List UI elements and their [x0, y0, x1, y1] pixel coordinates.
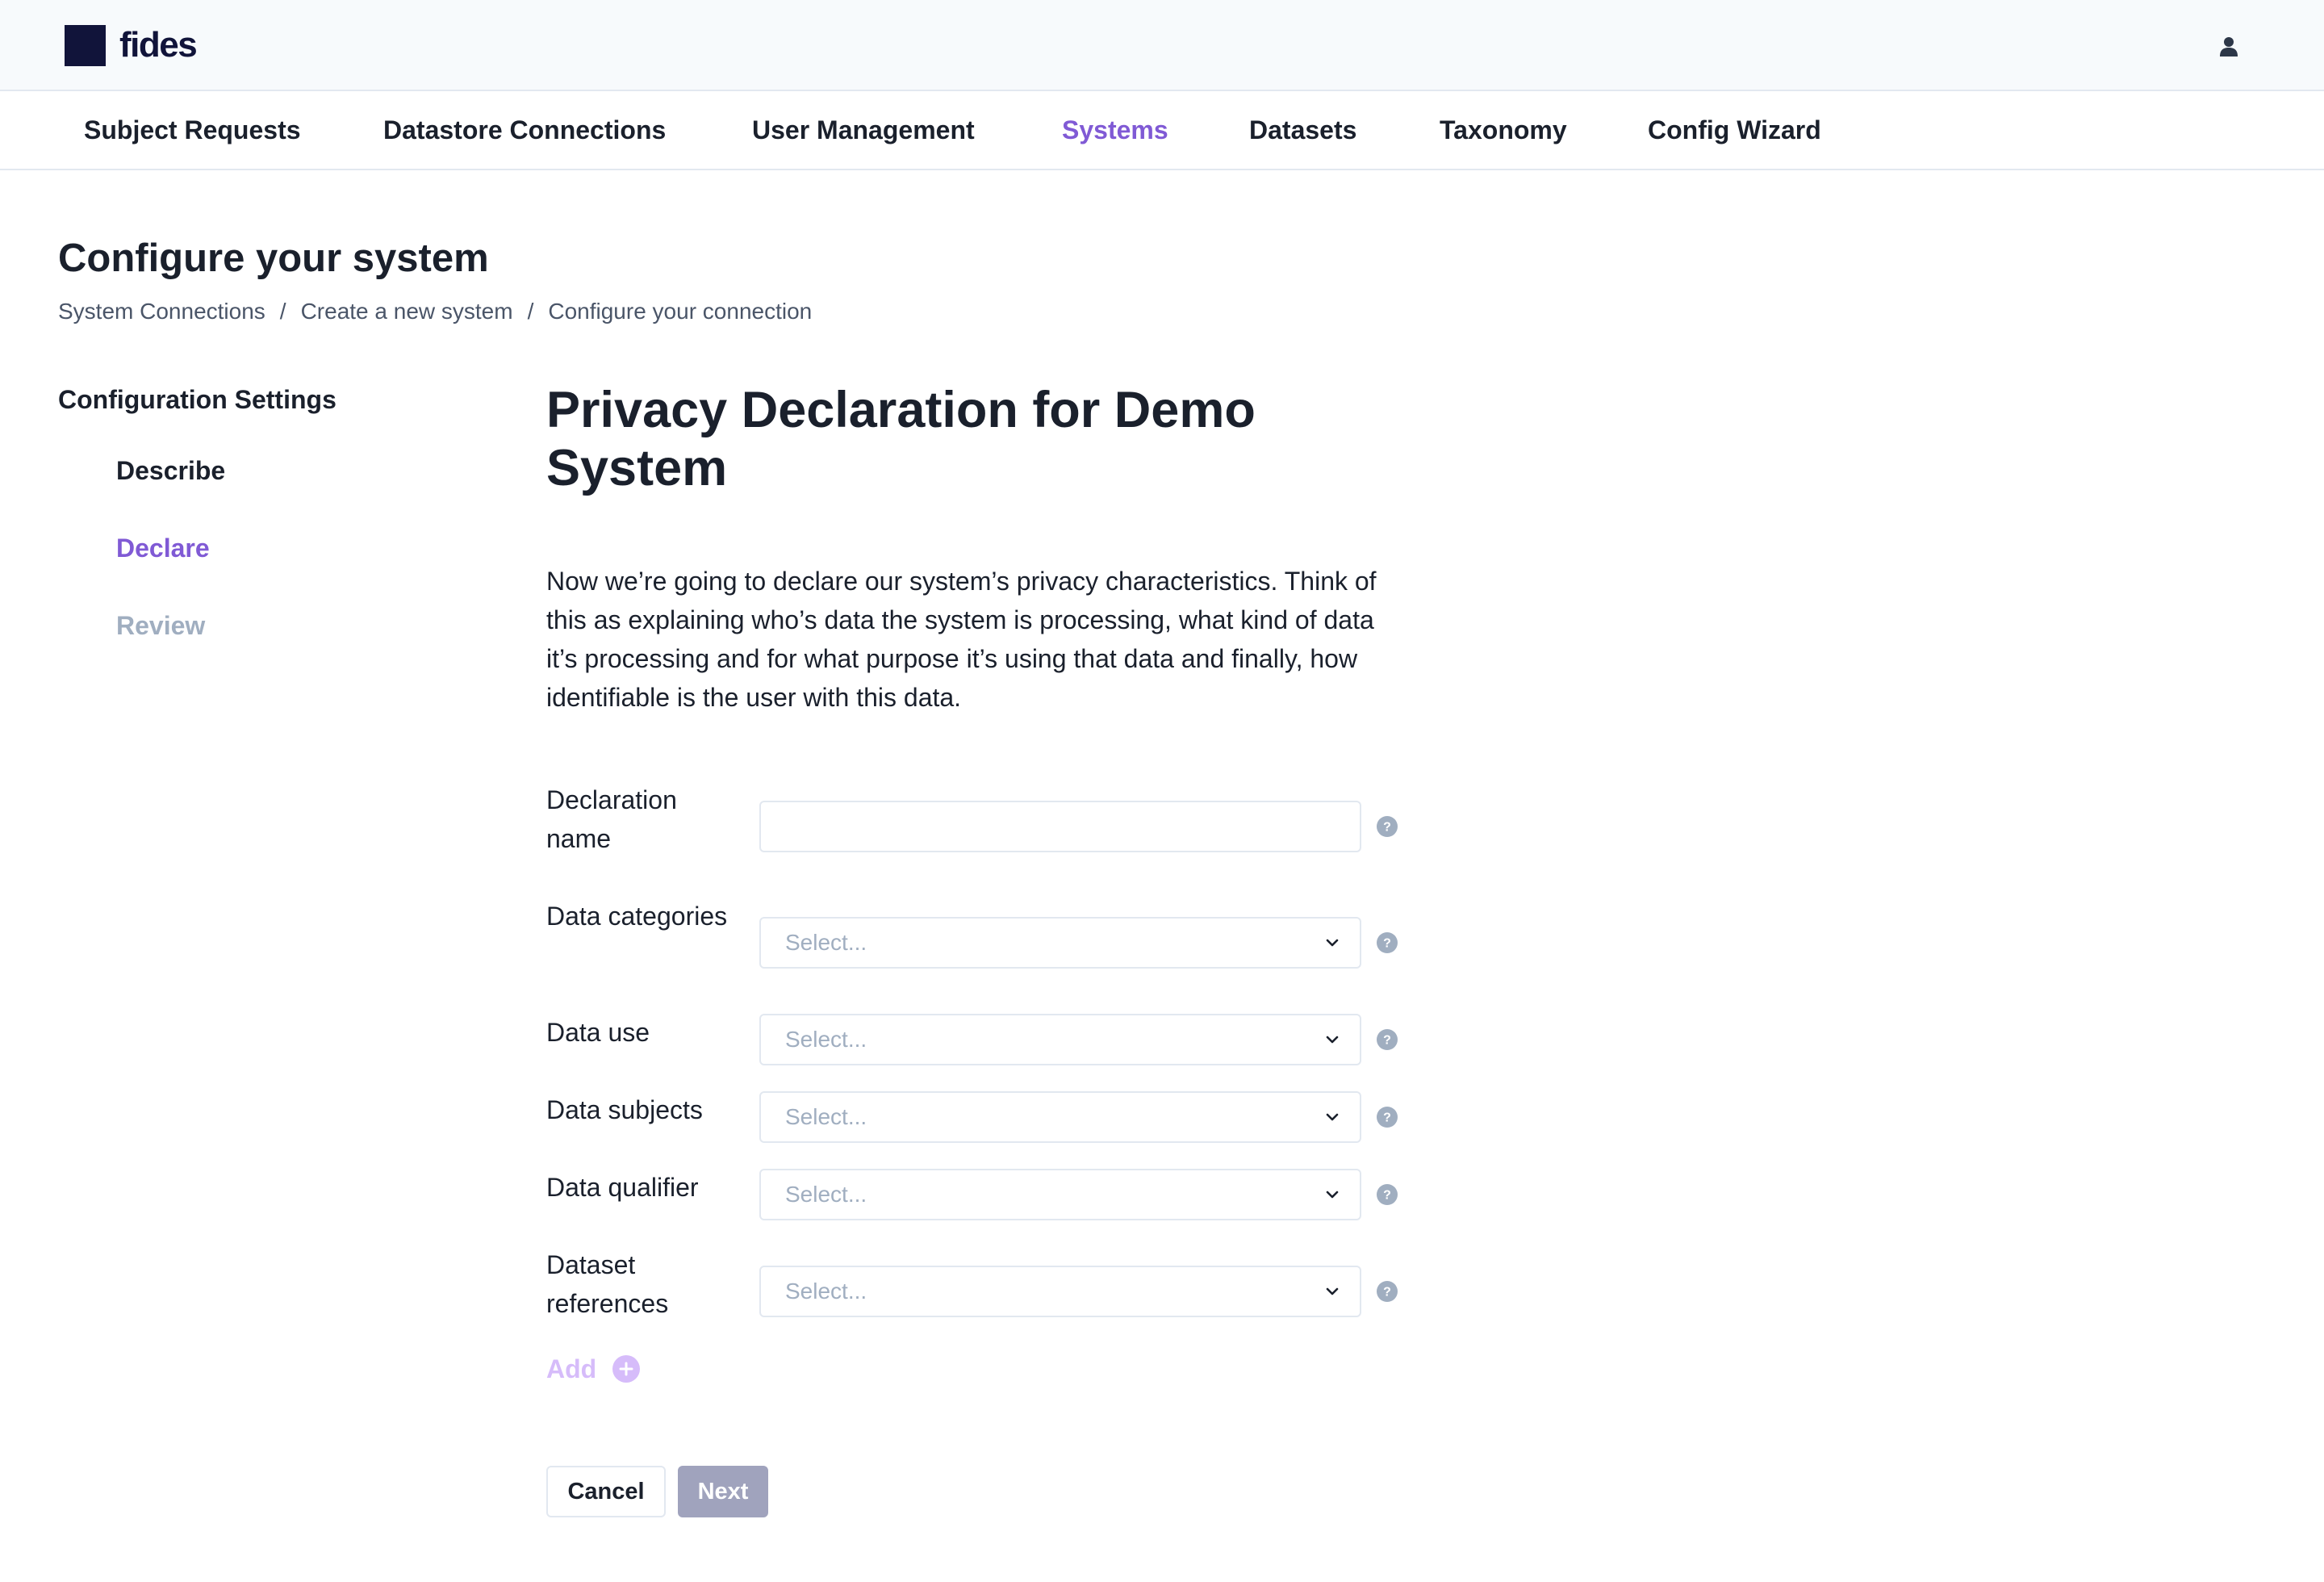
data-categories-select[interactable]: Select... [759, 917, 1361, 969]
svg-text:?: ? [1383, 1034, 1391, 1048]
select-placeholder: Select... [785, 1027, 867, 1052]
step-declare[interactable]: Declare [116, 531, 210, 565]
svg-text:?: ? [1383, 937, 1391, 951]
breadcrumb-configure-connection: Configure your connection [548, 299, 813, 324]
configuration-settings-title: Configuration Settings [58, 385, 336, 414]
breadcrumb-separator: / [527, 299, 534, 324]
nav-item-datasets[interactable]: Datasets [1249, 91, 1356, 169]
data-use-label: Data use [546, 1018, 650, 1047]
svg-text:?: ? [1383, 1286, 1391, 1300]
brand-name: fides [119, 25, 198, 65]
help-icon[interactable]: ? [1377, 1107, 1398, 1128]
svg-text:?: ? [1383, 1189, 1391, 1203]
square-logo-icon [65, 24, 106, 66]
dataset-references-label: Dataset references [546, 1250, 669, 1318]
breadcrumb-system-connections[interactable]: System Connections [58, 297, 265, 326]
nav-item-datastore-connections[interactable]: Datastore Connections [383, 91, 666, 169]
data-subjects-select[interactable]: Select... [759, 1091, 1361, 1143]
form-intro-text: Now we’re going to declare our system’s … [546, 567, 1377, 712]
step-describe[interactable]: Describe [116, 454, 225, 488]
add-label: Add [546, 1354, 597, 1383]
cancel-button[interactable]: Cancel [546, 1466, 666, 1517]
nav-item-config-wizard[interactable]: Config Wizard [1648, 91, 1821, 169]
chevron-down-icon [1326, 1036, 1339, 1044]
nav-item-subject-requests[interactable]: Subject Requests [84, 91, 301, 169]
svg-text:?: ? [1383, 821, 1391, 835]
user-icon [2220, 37, 2238, 56]
data-categories-label: Data categories [546, 902, 728, 931]
brand-logo[interactable]: fides [65, 24, 198, 66]
help-icon[interactable]: ? [1377, 1184, 1398, 1205]
page-title: Configure your system [58, 236, 489, 280]
help-icon[interactable]: ? [1377, 816, 1398, 837]
declaration-name-input[interactable] [761, 802, 1360, 851]
data-subjects-label: Data subjects [546, 1095, 703, 1124]
top-bar: fides [0, 0, 2324, 91]
help-icon[interactable]: ? [1377, 932, 1398, 953]
select-placeholder: Select... [785, 1279, 867, 1304]
add-declaration-button[interactable]: Add [546, 1350, 641, 1388]
help-icon[interactable]: ? [1377, 1281, 1398, 1302]
chevron-down-icon [1326, 939, 1339, 947]
nav-item-user-management[interactable]: User Management [752, 91, 975, 169]
next-button[interactable]: Next [678, 1466, 768, 1517]
step-review[interactable]: Review [116, 609, 205, 642]
chevron-down-icon [1326, 1191, 1339, 1199]
chevron-down-icon [1326, 1287, 1339, 1295]
select-placeholder: Select... [785, 930, 867, 955]
help-icon[interactable]: ? [1377, 1029, 1398, 1050]
data-qualifier-select[interactable]: Select... [759, 1169, 1361, 1220]
select-placeholder: Select... [785, 1182, 867, 1207]
svg-text:?: ? [1383, 1111, 1391, 1125]
nav-item-systems[interactable]: Systems [1062, 91, 1168, 169]
data-qualifier-label: Data qualifier [546, 1173, 699, 1202]
breadcrumb-create-new-system[interactable]: Create a new system [301, 297, 513, 326]
plus-circle-icon [612, 1355, 641, 1383]
breadcrumb-separator: / [279, 299, 286, 324]
breadcrumb: System Connections / Create a new system… [58, 297, 812, 326]
nav-item-taxonomy[interactable]: Taxonomy [1440, 91, 1567, 169]
dataset-references-select[interactable]: Select... [759, 1266, 1361, 1317]
form-title: Privacy Declaration for Demo System [546, 382, 1256, 496]
chevron-down-icon [1326, 1113, 1339, 1121]
declaration-name-field [759, 801, 1361, 852]
main-nav: Subject Requests Datastore Connections U… [0, 91, 2324, 170]
declaration-name-label: Declaration name [546, 785, 677, 853]
select-placeholder: Select... [785, 1104, 867, 1129]
user-menu-button[interactable] [2211, 31, 2247, 63]
data-use-select[interactable]: Select... [759, 1014, 1361, 1065]
